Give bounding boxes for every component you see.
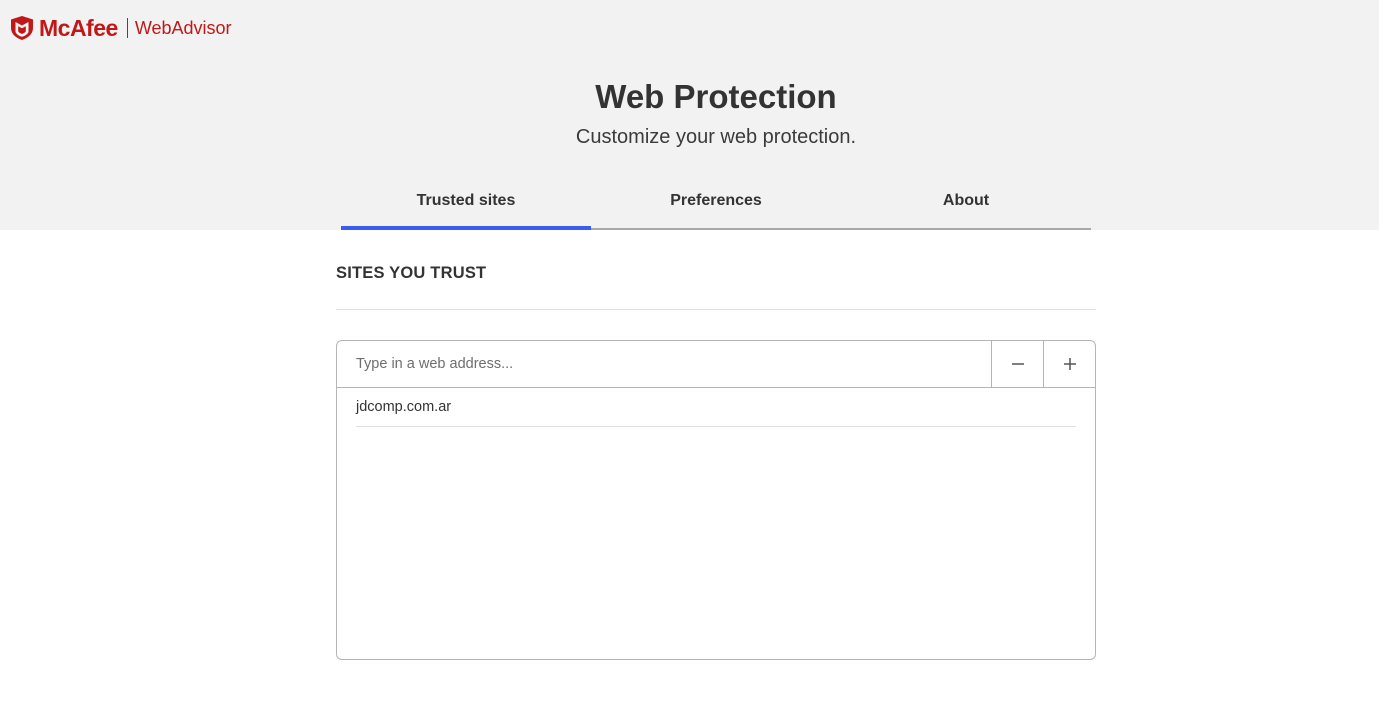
add-site-button[interactable] bbox=[1043, 341, 1095, 387]
plus-icon bbox=[1063, 358, 1076, 370]
trusted-site-item[interactable]: jdcomp.com.ar bbox=[356, 388, 1076, 427]
remove-site-button[interactable] bbox=[991, 341, 1043, 387]
brand-product: WebAdvisor bbox=[134, 17, 232, 38]
brand-divider bbox=[126, 18, 128, 38]
header: McAfee WebAdvisor Web Protection Customi… bbox=[0, 0, 1379, 230]
tab-bar: Trusted sites Preferences About bbox=[341, 176, 1091, 230]
brand-logo: McAfee WebAdvisor bbox=[10, 14, 232, 42]
section-divider bbox=[336, 309, 1096, 310]
tab-about[interactable]: About bbox=[841, 176, 1091, 228]
trusted-sites-panel: jdcomp.com.ar bbox=[336, 340, 1096, 660]
mcafee-shield-icon bbox=[11, 16, 33, 40]
address-input-row bbox=[337, 341, 1095, 388]
tab-trusted-sites[interactable]: Trusted sites bbox=[341, 176, 591, 230]
page-subtitle: Customize your web protection. bbox=[575, 126, 857, 148]
section-title: SITES YOU TRUST bbox=[336, 264, 487, 282]
trusted-site-list: jdcomp.com.ar bbox=[337, 388, 1095, 427]
tab-preferences[interactable]: Preferences bbox=[591, 176, 841, 228]
page-title: Web Protection bbox=[595, 78, 837, 115]
web-address-input[interactable] bbox=[337, 341, 991, 387]
brand-name: McAfee bbox=[39, 14, 118, 41]
minus-icon bbox=[1011, 363, 1024, 365]
